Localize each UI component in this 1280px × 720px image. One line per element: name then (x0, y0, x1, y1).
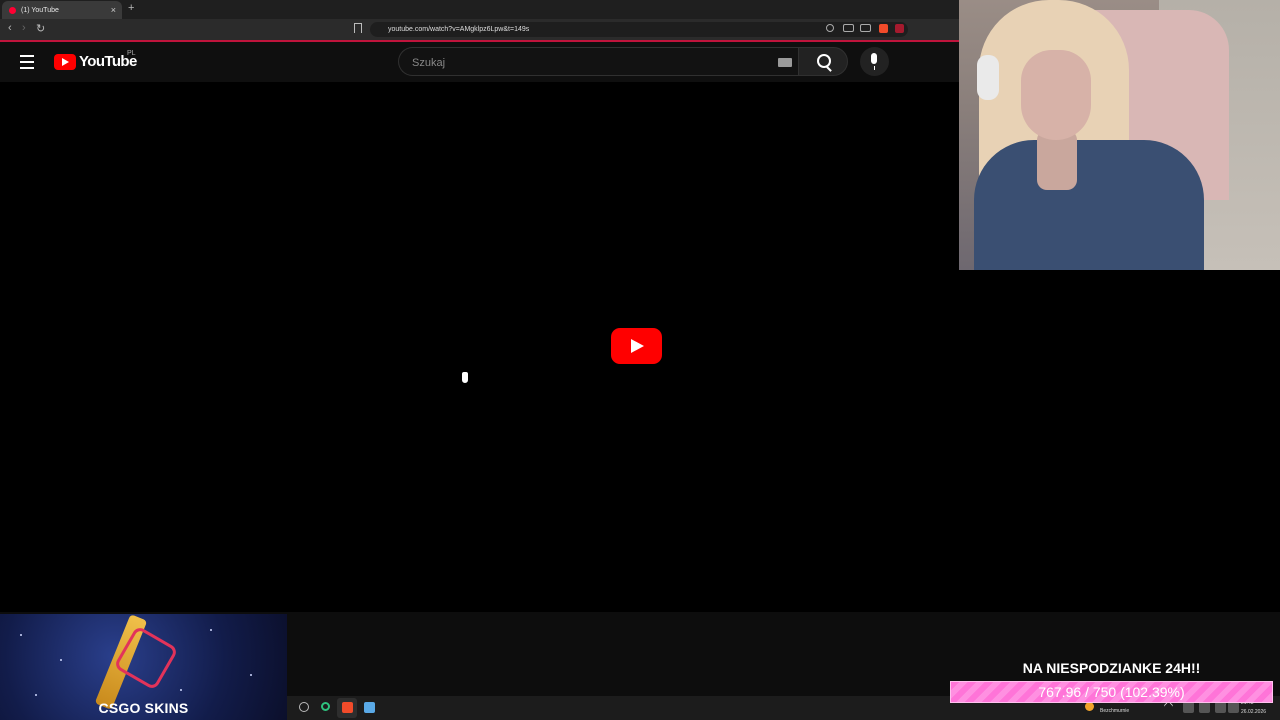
new-tab-button[interactable]: + (128, 2, 134, 14)
menu-icon[interactable] (20, 55, 34, 73)
streamer-face (1021, 50, 1091, 140)
brave-shield-icon[interactable] (879, 24, 888, 33)
zoom-icon[interactable] (826, 24, 834, 32)
csgo-skins-logo: CSGO SKINS (98, 700, 189, 716)
search-box (398, 47, 798, 76)
goal-progress-bar: 767.96 / 750 (102.39%) (950, 681, 1273, 703)
share-icon[interactable] (860, 24, 871, 32)
youtube-play-logo-icon (54, 53, 76, 70)
tab-close-icon[interactable]: × (111, 5, 116, 15)
screen-cast-icon[interactable] (843, 24, 854, 32)
clock-date[interactable]: 26.02.2026 (1241, 709, 1266, 715)
app-circle-icon[interactable] (321, 702, 330, 711)
steam-icon[interactable] (299, 702, 309, 712)
microphone-icon (871, 53, 877, 64)
search-icon (817, 54, 831, 68)
webcam-overlay (959, 0, 1280, 270)
browser-tab-youtube[interactable]: (1) YouTube × (2, 1, 122, 19)
bookmark-icon[interactable] (354, 23, 362, 33)
rewards-icon[interactable] (895, 24, 904, 33)
browser-address-bar: ‹ › ↻ youtube.com/watch?v=AMgklpz6Lpw&t=… (0, 19, 960, 40)
goal-title: NA NIESPODZIANKE 24H!! (1022, 660, 1201, 676)
reload-icon[interactable]: ↻ (36, 22, 45, 35)
display-icon[interactable] (1228, 702, 1239, 713)
forward-icon[interactable]: › (22, 22, 26, 34)
volume-icon[interactable] (1215, 702, 1226, 713)
youtube-favicon-icon (9, 6, 16, 14)
browser-tab-bar: (1) YouTube × + (0, 0, 960, 19)
brave-browser-icon[interactable] (342, 702, 353, 713)
voice-search-button[interactable] (860, 47, 889, 76)
region-code: PL (127, 50, 136, 57)
goal-progress-text: 767.96 / 750 (102.39%) (1038, 684, 1185, 700)
weather-moon-icon[interactable] (1085, 702, 1094, 711)
steam-taskbar-icon[interactable] (364, 702, 375, 713)
csgo-skins-banner: CSGO SKINS (0, 614, 287, 720)
mouse-cursor-icon (462, 372, 468, 383)
back-icon[interactable]: ‹ (8, 22, 12, 34)
search-button[interactable] (798, 47, 848, 76)
keyboard-icon[interactable] (778, 58, 792, 67)
play-button[interactable] (611, 328, 662, 364)
headset-icon (977, 55, 999, 100)
weather-text: Bezchmurnie (1100, 708, 1130, 714)
youtube-logo[interactable]: YouTube (54, 53, 137, 70)
tab-title: (1) YouTube (21, 6, 59, 14)
search-input[interactable] (410, 54, 754, 72)
wifi-icon[interactable] (1199, 702, 1210, 713)
youtube-header: YouTube PL (0, 42, 960, 82)
network-icon[interactable] (1183, 702, 1194, 713)
